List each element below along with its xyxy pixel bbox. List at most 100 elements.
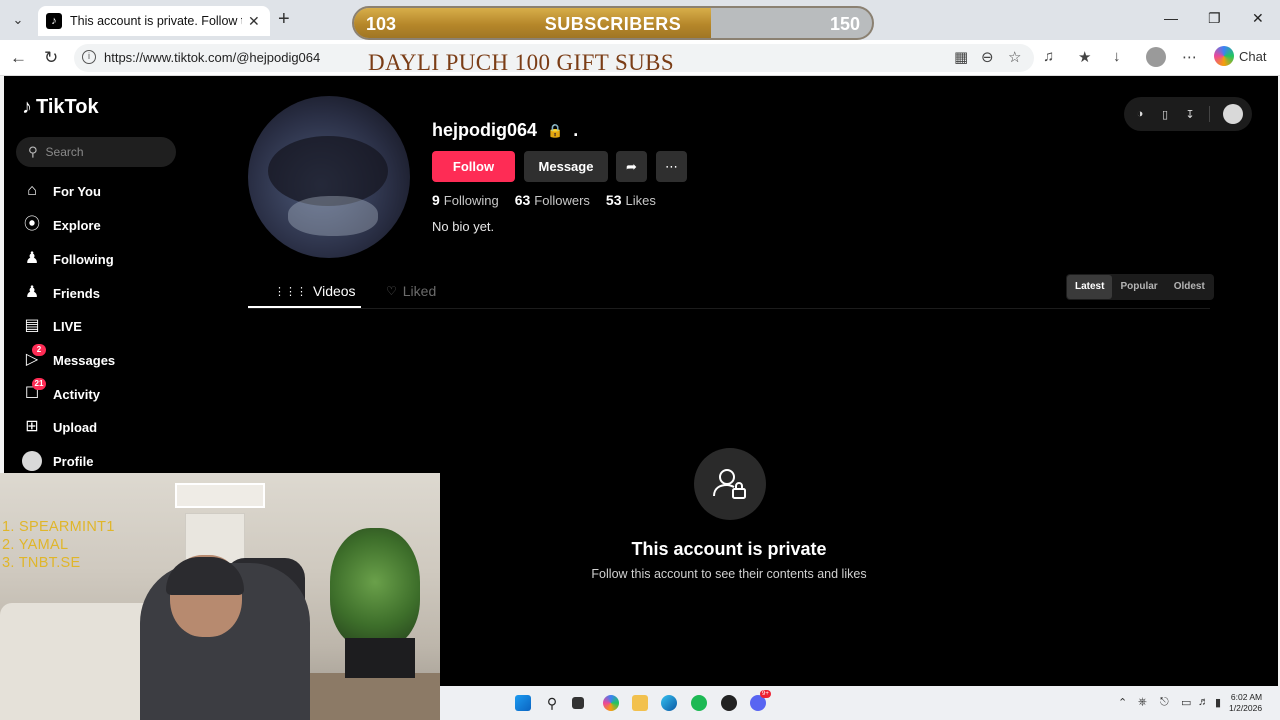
sidebar-item-live[interactable]: ▤ LIVE — [22, 314, 81, 338]
sidebar-item-label: Activity — [53, 386, 100, 402]
stat-followers[interactable]: 63 Followers — [515, 192, 590, 208]
sidebar-item-friends[interactable]: ♟ Friends — [22, 281, 100, 305]
sidebar-item-label: Following — [53, 251, 114, 267]
new-tab-plus-icon[interactable]: + — [278, 8, 290, 31]
private-subtitle: Follow this account to see their content… — [591, 567, 867, 581]
messages-badge: 2 — [32, 344, 46, 356]
friends-icon: ♟ — [24, 284, 40, 301]
favorite-star-icon[interactable]: ☆ — [1008, 48, 1021, 66]
task-view-icon[interactable] — [572, 697, 584, 709]
browser-profile-avatar[interactable] — [1146, 47, 1166, 67]
sidebar-item-messages[interactable]: ▷ 2 Messages — [22, 344, 115, 372]
extension-icon[interactable]: ♫ — [1043, 48, 1054, 65]
volume-icon[interactable]: ♬ — [1198, 696, 1209, 708]
back-arrow-icon[interactable]: ← — [10, 48, 27, 68]
browser-tab-active[interactable]: ♪ This account is private. Follow this ✕ — [38, 6, 270, 36]
sidebar-item-explore[interactable]: ⦿ Explore — [22, 213, 101, 237]
grid-icon: ⋮⋮⋮ — [274, 285, 307, 298]
copilot-taskbar-icon[interactable] — [603, 695, 619, 711]
network-icon[interactable]: ⎈ — [1138, 696, 1147, 709]
share-icon[interactable]: ➦ — [616, 151, 647, 182]
tiktok-note-icon: ♪ — [22, 96, 32, 118]
tiktok-logo[interactable]: ♪ TikTok — [22, 96, 99, 119]
follow-button[interactable]: Follow — [432, 151, 515, 182]
leaderboard-entry: 1. SPEARMINT1 — [2, 519, 115, 535]
sidebar-item-activity[interactable]: ☐ 21 Activity — [22, 378, 100, 406]
sidebar-item-upload[interactable]: ⊞ Upload — [22, 415, 97, 439]
coins-icon[interactable]: ◑ — [1134, 108, 1146, 120]
microphone-icon[interactable]: ⎋ — [1160, 696, 1169, 709]
tab-liked[interactable]: ♡ Liked — [386, 283, 436, 299]
favorites-list-icon[interactable]: ★ — [1078, 48, 1091, 66]
obs-icon[interactable] — [721, 695, 737, 711]
profile-username: hejpodig064 — [432, 120, 538, 140]
chat-label: Chat — [1239, 48, 1267, 64]
send-icon: ▷ 2 — [22, 344, 46, 370]
compass-icon: ⦿ — [23, 216, 40, 233]
user-follow-icon: ♟ — [24, 250, 40, 267]
phone-app-icon[interactable]: ▯ — [1159, 108, 1171, 121]
sort-oldest[interactable]: Oldest — [1166, 275, 1213, 299]
download-app-icon[interactable]: ↧ — [1184, 108, 1196, 121]
copilot-chat-button[interactable]: Chat — [1214, 46, 1266, 66]
window-close-icon[interactable]: ✕ — [1252, 10, 1264, 27]
spotify-icon[interactable] — [691, 695, 707, 711]
search-icon: ⚲ — [28, 144, 38, 159]
restore-icon[interactable]: ❐ — [1208, 10, 1221, 27]
system-clock[interactable]: 6:02 AM 1/2/2026 — [1229, 692, 1262, 714]
home-icon: ⌂ — [27, 182, 37, 199]
header-actions: ◑ ▯ ↧ — [1124, 97, 1252, 131]
profile-nickname: . — [573, 120, 579, 140]
tab-title: This account is private. Follow this — [70, 14, 242, 28]
gift-leaderboard: 1. SPEARMINT1 2. YAMAL 3. TNBT.SE — [2, 518, 115, 572]
liked-heart-lock-icon: ♡ — [386, 284, 397, 298]
taskbar-search-icon[interactable]: ⚲ — [544, 695, 560, 711]
activity-badge: 21 — [32, 378, 46, 390]
sidebar-item-profile[interactable]: Profile — [22, 449, 93, 473]
profile-avatar-large — [248, 96, 410, 258]
inbox-icon: ☐ 21 — [22, 378, 46, 404]
live-tv-icon: ▤ — [24, 317, 40, 334]
site-info-icon[interactable]: i — [82, 50, 96, 64]
refresh-icon[interactable]: ↻ — [44, 48, 58, 68]
profile-header: hejpodig064 🔒 . — [432, 120, 578, 141]
tab-close-icon[interactable]: ✕ — [248, 13, 260, 30]
message-button[interactable]: Message — [524, 151, 608, 182]
profile-bio: No bio yet. — [432, 219, 495, 234]
clock-time: 6:02 AM — [1230, 692, 1263, 702]
subscriber-goal-bar: 103 SUBSCRIBERS 150 — [352, 6, 874, 40]
file-explorer-icon[interactable] — [632, 695, 648, 711]
tray-overflow-icon[interactable]: ⌃ — [1118, 696, 1127, 709]
sidebar-item-following[interactable]: ♟ Following — [22, 247, 114, 271]
tab-videos-label: Videos — [313, 283, 356, 299]
battery-icon[interactable]: ▮ — [1215, 696, 1221, 709]
windows-start-icon[interactable] — [515, 695, 531, 711]
active-tab-underline — [248, 306, 361, 308]
user-avatar[interactable] — [1223, 104, 1243, 124]
zoom-icon[interactable]: ⊖ — [981, 48, 994, 66]
stat-following[interactable]: 9 Following — [432, 192, 499, 208]
sidebar-item-label: Explore — [53, 217, 101, 233]
minimize-icon[interactable]: — — [1164, 10, 1178, 26]
tab-videos[interactable]: ⋮⋮⋮ Videos — [274, 283, 356, 299]
settings-more-icon[interactable]: ⋯ — [1182, 48, 1197, 66]
leaderboard-entry: 3. TNBT.SE — [2, 555, 81, 571]
webcam-overlay: 1. SPEARMINT1 2. YAMAL 3. TNBT.SE — [0, 473, 440, 720]
sort-popular[interactable]: Popular — [1112, 275, 1165, 299]
app-available-icon[interactable]: ▦ — [954, 48, 968, 66]
url-text: https://www.tiktok.com/@hejpodig064 — [104, 50, 321, 65]
copilot-icon — [1214, 46, 1234, 66]
sidebar-item-label: Profile — [53, 453, 94, 469]
sidebar-item-for-you[interactable]: ⌂ For You — [22, 179, 101, 203]
sort-latest[interactable]: Latest — [1067, 275, 1113, 299]
upload-plus-icon: ⊞ — [25, 418, 39, 435]
tab-actions-chevron-icon[interactable]: ⌄ — [8, 10, 28, 30]
edge-browser-icon[interactable] — [661, 695, 677, 711]
download-icon[interactable]: ↓ — [1113, 48, 1121, 65]
sort-toggle: Latest Popular Oldest — [1066, 274, 1214, 300]
search-input[interactable]: ⚲ Search — [16, 137, 176, 167]
private-account-user-lock-icon — [694, 448, 766, 520]
stat-likes: 53 Likes — [605, 192, 656, 208]
display-icon[interactable]: ▭ — [1181, 696, 1191, 709]
more-options-icon[interactable]: ⋯ — [656, 151, 687, 182]
